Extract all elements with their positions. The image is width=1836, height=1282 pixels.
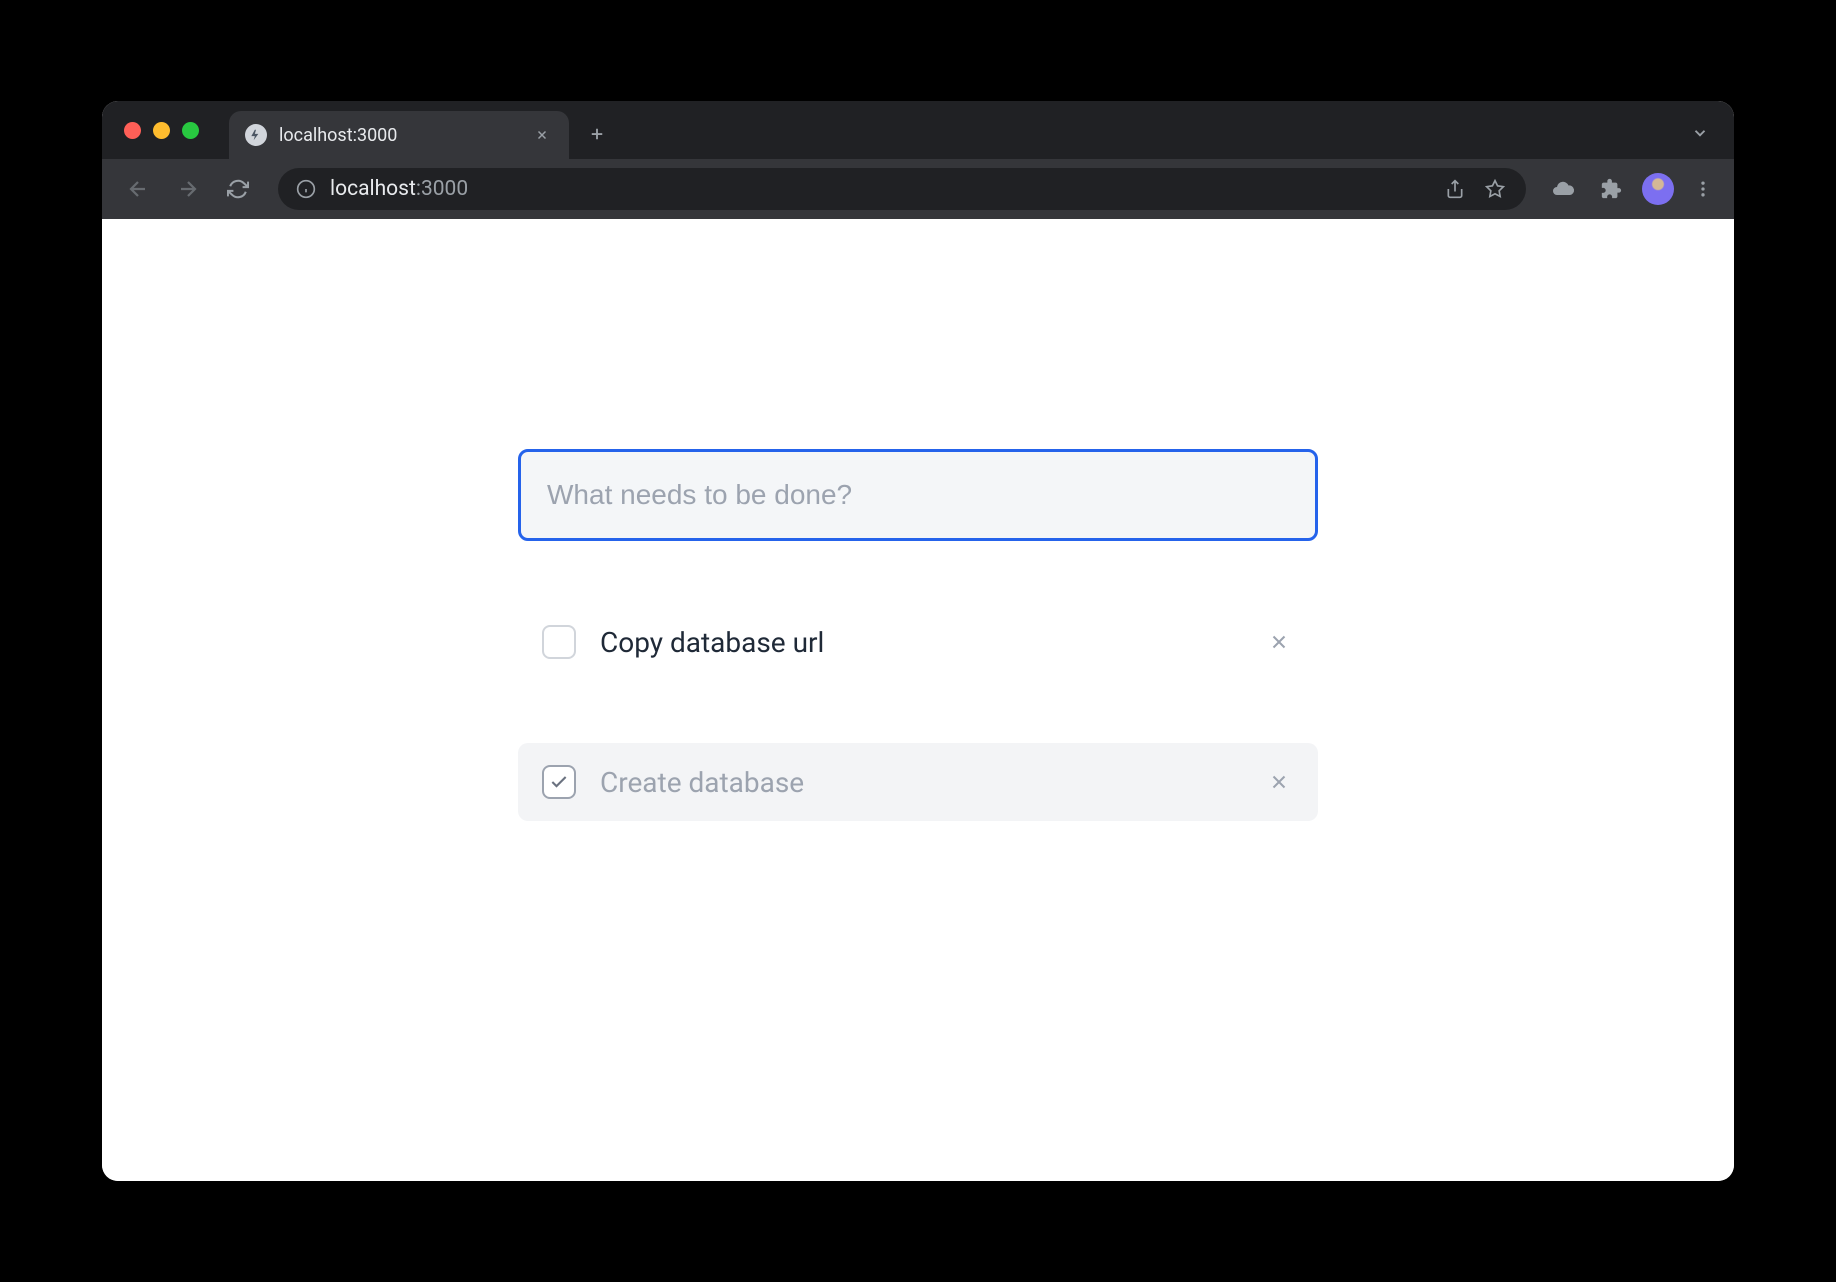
delete-todo-button[interactable] — [1264, 767, 1294, 797]
todo-item: Copy database url — [518, 603, 1318, 681]
browser-toolbar: localhost:3000 — [102, 159, 1734, 219]
url-path: :3000 — [416, 177, 468, 201]
todo-text: Copy database url — [600, 626, 1240, 659]
reload-button[interactable] — [218, 169, 258, 209]
close-window-button[interactable] — [124, 122, 141, 139]
todo-list: Copy database url Create database — [518, 603, 1318, 821]
cloud-extension-icon[interactable] — [1546, 172, 1580, 206]
tab-title: localhost:3000 — [279, 125, 519, 146]
new-todo-input[interactable] — [518, 449, 1318, 541]
todo-app: Copy database url Create database — [518, 449, 1318, 1181]
address-bar[interactable]: localhost:3000 — [278, 168, 1526, 210]
forward-button[interactable] — [168, 169, 208, 209]
todo-item: Create database — [518, 743, 1318, 821]
todo-checkbox[interactable] — [542, 765, 576, 799]
close-tab-button[interactable] — [531, 124, 553, 146]
url-display: localhost:3000 — [330, 177, 468, 201]
share-button[interactable] — [1442, 176, 1468, 202]
profile-avatar[interactable] — [1642, 173, 1674, 205]
browser-menu-button[interactable] — [1688, 174, 1718, 204]
browser-chrome: localhost:3000 — [102, 101, 1734, 219]
site-info-icon[interactable] — [296, 179, 316, 199]
todo-checkbox[interactable] — [542, 625, 576, 659]
window-controls — [124, 122, 199, 139]
minimize-window-button[interactable] — [153, 122, 170, 139]
browser-tab[interactable]: localhost:3000 — [229, 111, 569, 159]
browser-window: localhost:3000 — [102, 101, 1734, 1181]
maximize-window-button[interactable] — [182, 122, 199, 139]
page-content: Copy database url Create database — [102, 219, 1734, 1181]
bookmark-button[interactable] — [1482, 176, 1508, 202]
new-tab-button[interactable] — [579, 116, 615, 152]
url-host: localhost — [330, 177, 416, 201]
address-actions — [1442, 176, 1508, 202]
extensions-button[interactable] — [1594, 172, 1628, 206]
delete-todo-button[interactable] — [1264, 627, 1294, 657]
check-icon — [549, 772, 569, 792]
todo-text: Create database — [600, 766, 1240, 799]
tab-favicon-icon — [245, 124, 267, 146]
toolbar-right — [1546, 172, 1718, 206]
tab-bar: localhost:3000 — [102, 101, 1734, 159]
back-button[interactable] — [118, 169, 158, 209]
tabs-dropdown-button[interactable] — [1682, 115, 1718, 151]
